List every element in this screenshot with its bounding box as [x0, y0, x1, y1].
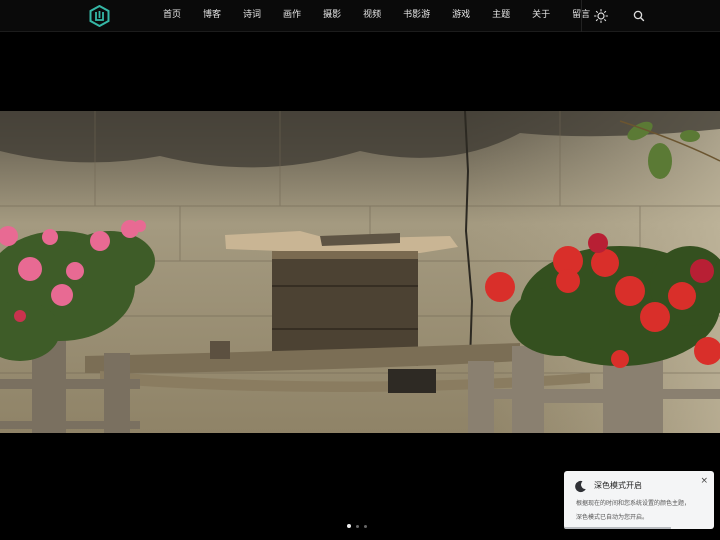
hero-carousel-slide[interactable]: [0, 111, 720, 433]
toast-progress-bar: [564, 527, 671, 529]
toast-message-line2: 深色模式已自动为您开启。: [576, 514, 649, 521]
nav-item-photography[interactable]: 摄影: [312, 0, 352, 32]
nav-item-blog[interactable]: 博客: [192, 0, 232, 32]
nav-item-home[interactable]: 首页: [152, 0, 192, 32]
logo-icon[interactable]: [89, 5, 110, 27]
nav-item-themes[interactable]: 主题: [481, 0, 521, 32]
toast-close-button[interactable]: ×: [700, 476, 708, 486]
nav-item-paintings[interactable]: 画作: [272, 0, 312, 32]
dark-mode-toast: 深色模式开启 × 根据现在的时间和您系统设置的颜色主题， 深色模式已自动为您开启…: [564, 471, 714, 529]
moon-icon: [575, 480, 586, 493]
top-navbar: 首页 博客 诗词 画作 摄影 视频 书影游 游戏 主题 关于 留言: [0, 0, 720, 32]
hero-photo: [0, 111, 720, 433]
carousel-dot-2[interactable]: [356, 524, 359, 528]
toast-message-line1: 根据现在的时间和您系统设置的颜色主题，: [576, 500, 691, 507]
carousel-dots: [347, 524, 367, 528]
nav-item-games[interactable]: 游戏: [441, 0, 481, 32]
main-nav-menu: 首页 博客 诗词 画作 摄影 视频 书影游 游戏 主题 关于 留言: [152, 0, 601, 32]
nav-item-about[interactable]: 关于: [521, 0, 561, 32]
nav-item-video[interactable]: 视频: [352, 0, 392, 32]
nav-divider: [581, 0, 582, 32]
toast-title: 深色模式开启: [594, 481, 642, 490]
nav-item-poetry[interactable]: 诗词: [232, 0, 272, 32]
sun-icon[interactable]: [592, 7, 610, 25]
search-icon[interactable]: [630, 7, 648, 25]
carousel-dot-1[interactable]: [347, 524, 351, 528]
nav-item-books-films-games[interactable]: 书影游: [392, 0, 441, 32]
carousel-dot-3[interactable]: [364, 524, 367, 528]
